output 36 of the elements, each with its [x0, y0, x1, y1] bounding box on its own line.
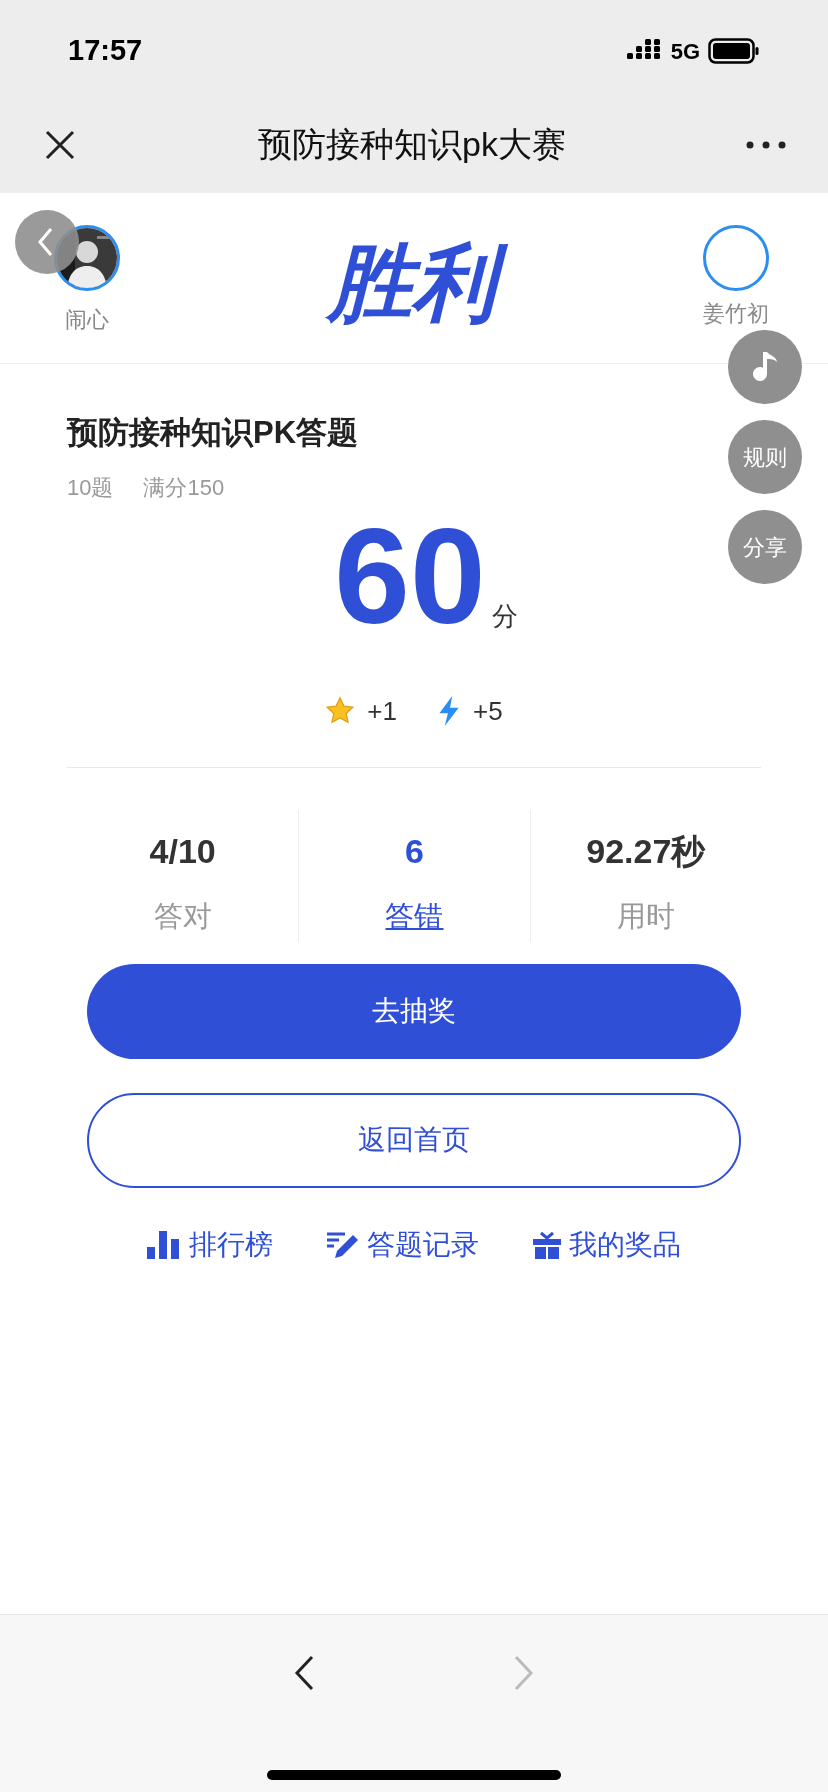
score-unit: 分 — [491, 599, 518, 633]
full-score: 满分150 — [143, 473, 225, 502]
question-count: 10题 — [67, 473, 114, 502]
network-label: 5G — [670, 37, 700, 66]
back-icon — [37, 227, 53, 257]
footer-link[interactable]: 我的奖品 — [569, 1223, 681, 1266]
music-note-icon — [751, 350, 779, 384]
page-title: 预防接种知识pk大赛 — [258, 124, 566, 165]
gift-icon — [533, 1230, 561, 1259]
stat-link[interactable]: 答错 — [385, 894, 444, 938]
stat-label: 答对 — [153, 898, 212, 934]
stat-label: 用时 — [616, 898, 675, 934]
stat-value: 4/10 — [149, 830, 216, 872]
stat-value: 92.27秒 — [586, 830, 706, 872]
pencil-icon — [327, 1230, 359, 1259]
score: 60 — [334, 507, 486, 644]
reward-value: +1 — [367, 694, 397, 728]
home-button[interactable]: 返回首页 — [87, 1092, 741, 1188]
more-icon — [746, 140, 786, 149]
reward-value: +5 — [473, 694, 503, 728]
forward-icon — [514, 1655, 534, 1691]
footer-link[interactable]: 答题记录 — [367, 1223, 479, 1266]
opponent-avatar — [703, 225, 769, 291]
lightning-icon — [437, 696, 461, 726]
player-name: 闹心 — [65, 306, 109, 334]
draw-button[interactable]: 去抽奖 — [87, 963, 741, 1059]
battery-icon — [708, 38, 760, 64]
back-icon — [294, 1655, 314, 1691]
opponent-name: 姜竹初 — [703, 300, 769, 328]
quiz-title: 预防接种知识PK答题 — [67, 414, 359, 452]
stat-value: 6 — [405, 830, 424, 872]
footer-link[interactable]: 排行榜 — [189, 1223, 273, 1266]
star-icon — [325, 696, 356, 726]
close-icon — [44, 128, 76, 161]
status-time: 17:57 — [68, 33, 143, 69]
bar-chart-icon — [147, 1230, 181, 1259]
